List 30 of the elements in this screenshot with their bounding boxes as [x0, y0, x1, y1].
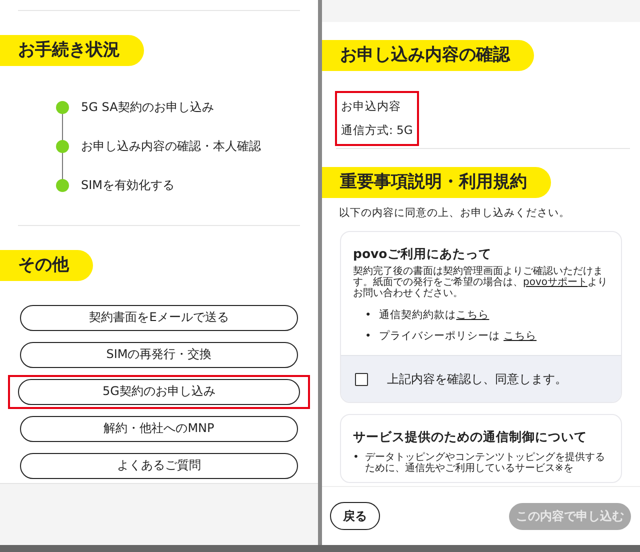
summary-value: 通信方式: 5G: [341, 123, 413, 138]
card-text: 契約完了後の書面は契約管理画面よりご確認いただけます。紙面での発行をご希望の場合は、povoサポート よりお問い合わせください。: [352, 266, 609, 299]
menu-button[interactable]: SIMの再発行・交換: [20, 342, 298, 368]
bullet-marker: •: [353, 452, 359, 465]
back-button[interactable]: 戻る: [330, 502, 380, 530]
support-link[interactable]: povoサポート: [523, 277, 588, 288]
card-title: サービス提供のための通信制御について: [352, 428, 588, 446]
checkbox[interactable]: [355, 372, 368, 386]
link[interactable]: こちら: [456, 309, 490, 321]
section-heading: 重要事項説明・利用規約: [322, 167, 551, 198]
summary-title: お申込内容: [341, 99, 402, 114]
section-heading: お申し込み内容の確認: [322, 40, 534, 71]
bullet-text: 通信契約約款は こちら: [379, 308, 490, 323]
bullet-text: データトッピングやコンテンツトッピングを提供するために、通信先やご利用しているサービス※を: [364, 452, 606, 474]
menu-button[interactable]: 5G契約のお申し込み: [18, 378, 300, 405]
agreement-label: 上記内容を確認し、同意します。: [387, 370, 567, 388]
step-label: 5G SA契約のお申し込み: [81, 98, 214, 116]
menu-button[interactable]: 解約・他社へのMNP: [20, 416, 298, 442]
step-label: SIMを有効化する: [81, 176, 175, 194]
menu-button[interactable]: 契約書面をEメールで送る: [20, 304, 298, 331]
section-heading: その他: [0, 250, 93, 281]
card-title: povoご利用にあたって: [352, 245, 492, 263]
section-heading: お手続き状況: [0, 34, 144, 66]
bullet-marker: •: [365, 329, 372, 344]
menu-button[interactable]: よくあるご質問: [20, 452, 298, 479]
bullet-marker: •: [365, 308, 372, 323]
intro-text: 以下の内容に同意の上、お申し込みください。: [339, 206, 571, 220]
link[interactable]: こちら: [504, 330, 537, 342]
bullet-text: プライバシーポリシーは こちら: [379, 329, 537, 344]
step-label: お申し込み内容の確認・本人確認: [81, 138, 261, 155]
